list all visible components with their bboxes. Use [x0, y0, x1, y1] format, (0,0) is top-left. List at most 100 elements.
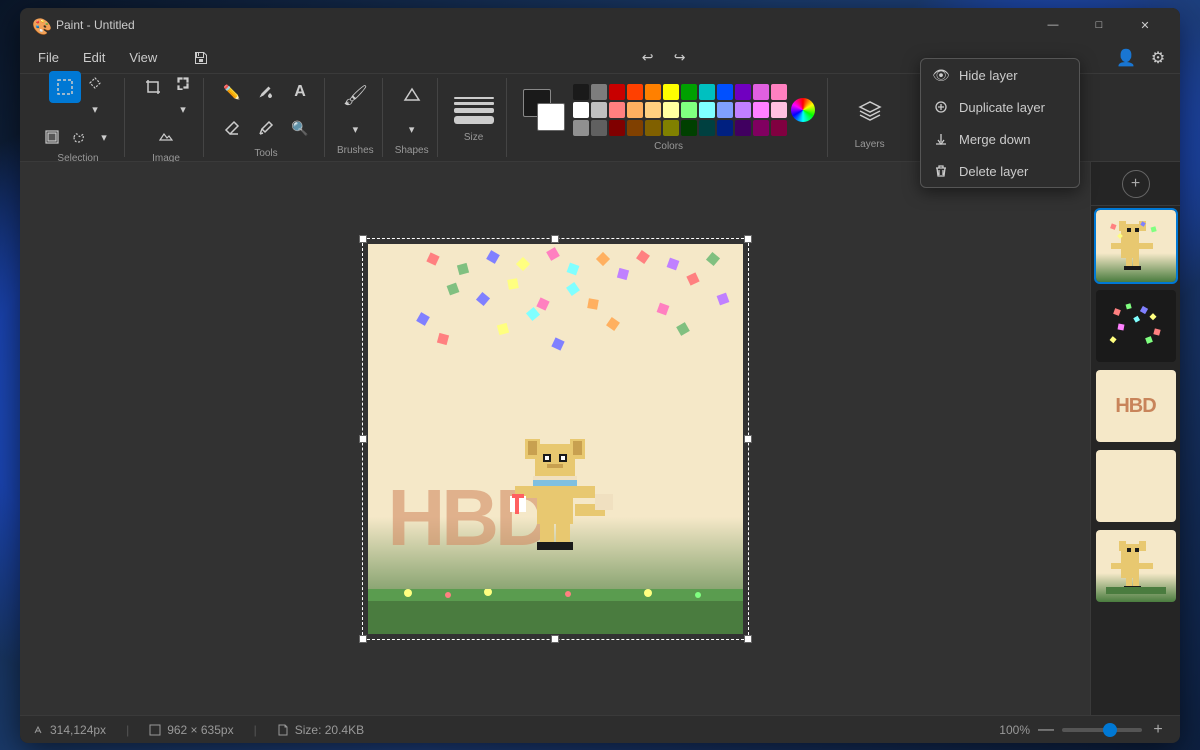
layers-sidebar: + — [1090, 162, 1180, 715]
layers-button[interactable] — [844, 85, 896, 137]
save-button[interactable] — [187, 44, 215, 72]
color-swatch-row3-3[interactable] — [627, 120, 643, 136]
select-rect-tool[interactable] — [49, 71, 81, 103]
layer-item-4[interactable] — [1096, 450, 1176, 522]
color-swatch-row1-11[interactable] — [771, 84, 787, 100]
context-menu-delete-layer[interactable]: Delete layer — [921, 162, 1079, 187]
handle-bottom-right[interactable] — [744, 635, 752, 643]
handle-top-left[interactable] — [359, 235, 367, 243]
color-swatch-row3-11[interactable] — [771, 120, 787, 136]
color-swatch-row1-7[interactable] — [699, 84, 715, 100]
resize-tool[interactable] — [171, 71, 195, 95]
shapes-dropdown[interactable]: ▾ — [400, 117, 424, 141]
color-swatch-row2-3[interactable] — [627, 102, 643, 118]
handle-middle-right[interactable] — [744, 435, 752, 443]
zoom-in-button[interactable]: + — [1148, 720, 1168, 740]
brush-tool[interactable]: 🖌 — [339, 79, 371, 111]
tools-group: ✏️ A 🔍 Tools — [208, 78, 325, 157]
eyedropper-tool[interactable] — [250, 112, 282, 144]
handle-middle-left[interactable] — [359, 435, 367, 443]
minimize-button[interactable]: — — [1030, 8, 1076, 42]
color-swatch-row2-0[interactable] — [573, 102, 589, 118]
dimensions-value: 962 × 635px — [167, 723, 233, 737]
color-swatch-row1-8[interactable] — [717, 84, 733, 100]
color-swatch-row2-7[interactable] — [699, 102, 715, 118]
select-custom-tool[interactable] — [83, 71, 107, 95]
brush-dropdown[interactable]: ▾ — [343, 117, 367, 141]
color-swatch-row3-5[interactable] — [663, 120, 679, 136]
menu-view[interactable]: View — [119, 46, 167, 69]
zoom-slider-thumb[interactable] — [1103, 723, 1117, 737]
background-color[interactable] — [537, 103, 565, 131]
size-option-1[interactable] — [454, 97, 494, 99]
select-options[interactable]: ▾ — [92, 125, 116, 149]
color-swatch-row1-10[interactable] — [753, 84, 769, 100]
redo-button[interactable]: ↪ — [666, 44, 694, 72]
color-swatch-row2-11[interactable] — [771, 102, 787, 118]
layer-item-2[interactable] — [1096, 290, 1176, 362]
zoom-out-button[interactable]: — — [1036, 720, 1056, 740]
color-swatch-row3-6[interactable] — [681, 120, 697, 136]
handle-bottom-left[interactable] — [359, 635, 367, 643]
color-swatch-row1-2[interactable] — [609, 84, 625, 100]
eraser-tool[interactable] — [216, 112, 248, 144]
size-option-3[interactable] — [454, 108, 494, 113]
color-swatch-row1-6[interactable] — [681, 84, 697, 100]
select-freeform[interactable] — [66, 125, 90, 149]
color-swatch-row1-3[interactable] — [627, 84, 643, 100]
crop-tool[interactable] — [137, 71, 169, 103]
handle-bottom-middle[interactable] — [551, 635, 559, 643]
menu-edit[interactable]: Edit — [73, 46, 115, 69]
color-wheel-button[interactable] — [791, 98, 815, 122]
size-option-4[interactable] — [454, 116, 494, 124]
image-dropdown[interactable]: ▾ — [171, 97, 195, 121]
canvas-area[interactable]: HBD — [20, 162, 1090, 715]
color-swatch-row3-2[interactable] — [609, 120, 625, 136]
undo-button[interactable]: ↩ — [634, 44, 662, 72]
color-swatch-row2-10[interactable] — [753, 102, 769, 118]
selection-group: ▾ ▾ Selection — [32, 78, 125, 157]
add-layer-button[interactable]: + — [1122, 170, 1150, 198]
color-swatch-row2-2[interactable] — [609, 102, 625, 118]
color-swatch-row3-4[interactable] — [645, 120, 661, 136]
color-swatch-row2-4[interactable] — [645, 102, 661, 118]
settings-button[interactable]: ⚙ — [1144, 44, 1172, 72]
pencil-tool[interactable]: ✏️ — [216, 76, 248, 108]
color-swatch-row1-5[interactable] — [663, 84, 679, 100]
confetti-piece — [606, 317, 620, 331]
layer-item-3[interactable]: HBD — [1096, 370, 1176, 442]
handle-top-middle[interactable] — [551, 235, 559, 243]
image-select[interactable] — [154, 125, 178, 149]
color-swatch-row2-8[interactable] — [717, 102, 733, 118]
color-swatch-row3-7[interactable] — [699, 120, 715, 136]
color-swatch-row3-9[interactable] — [735, 120, 751, 136]
select-all-tool[interactable] — [40, 125, 64, 149]
maximize-button[interactable]: □ — [1076, 8, 1122, 42]
color-swatch-row2-5[interactable] — [663, 102, 679, 118]
shapes-tool[interactable] — [396, 79, 428, 111]
color-swatch-row3-1[interactable] — [591, 120, 607, 136]
select-dropdown[interactable]: ▾ — [83, 97, 107, 121]
close-button[interactable]: ✕ — [1122, 8, 1168, 42]
color-swatch-row2-1[interactable] — [591, 102, 607, 118]
profile-button[interactable]: 👤 — [1112, 44, 1140, 72]
color-swatch-row3-8[interactable] — [717, 120, 733, 136]
text-tool[interactable]: A — [284, 76, 316, 108]
color-swatch-row2-6[interactable] — [681, 102, 697, 118]
color-swatch-row1-1[interactable] — [591, 84, 607, 100]
handle-top-right[interactable] — [744, 235, 752, 243]
color-swatch-row1-4[interactable] — [645, 84, 661, 100]
layer-item-5[interactable] — [1096, 530, 1176, 602]
confetti-piece — [551, 337, 564, 350]
size-option-2[interactable] — [454, 102, 494, 105]
color-swatch-row2-9[interactable] — [735, 102, 751, 118]
color-swatch-row1-0[interactable] — [573, 84, 589, 100]
zoom-tool[interactable]: 🔍 — [284, 112, 316, 144]
layer-item-1[interactable] — [1096, 210, 1176, 282]
color-swatch-row1-9[interactable] — [735, 84, 751, 100]
color-swatch-row3-10[interactable] — [753, 120, 769, 136]
menu-file[interactable]: File — [28, 46, 69, 69]
fill-tool[interactable] — [250, 76, 282, 108]
zoom-slider[interactable] — [1062, 728, 1142, 732]
color-swatch-row3-0[interactable] — [573, 120, 589, 136]
